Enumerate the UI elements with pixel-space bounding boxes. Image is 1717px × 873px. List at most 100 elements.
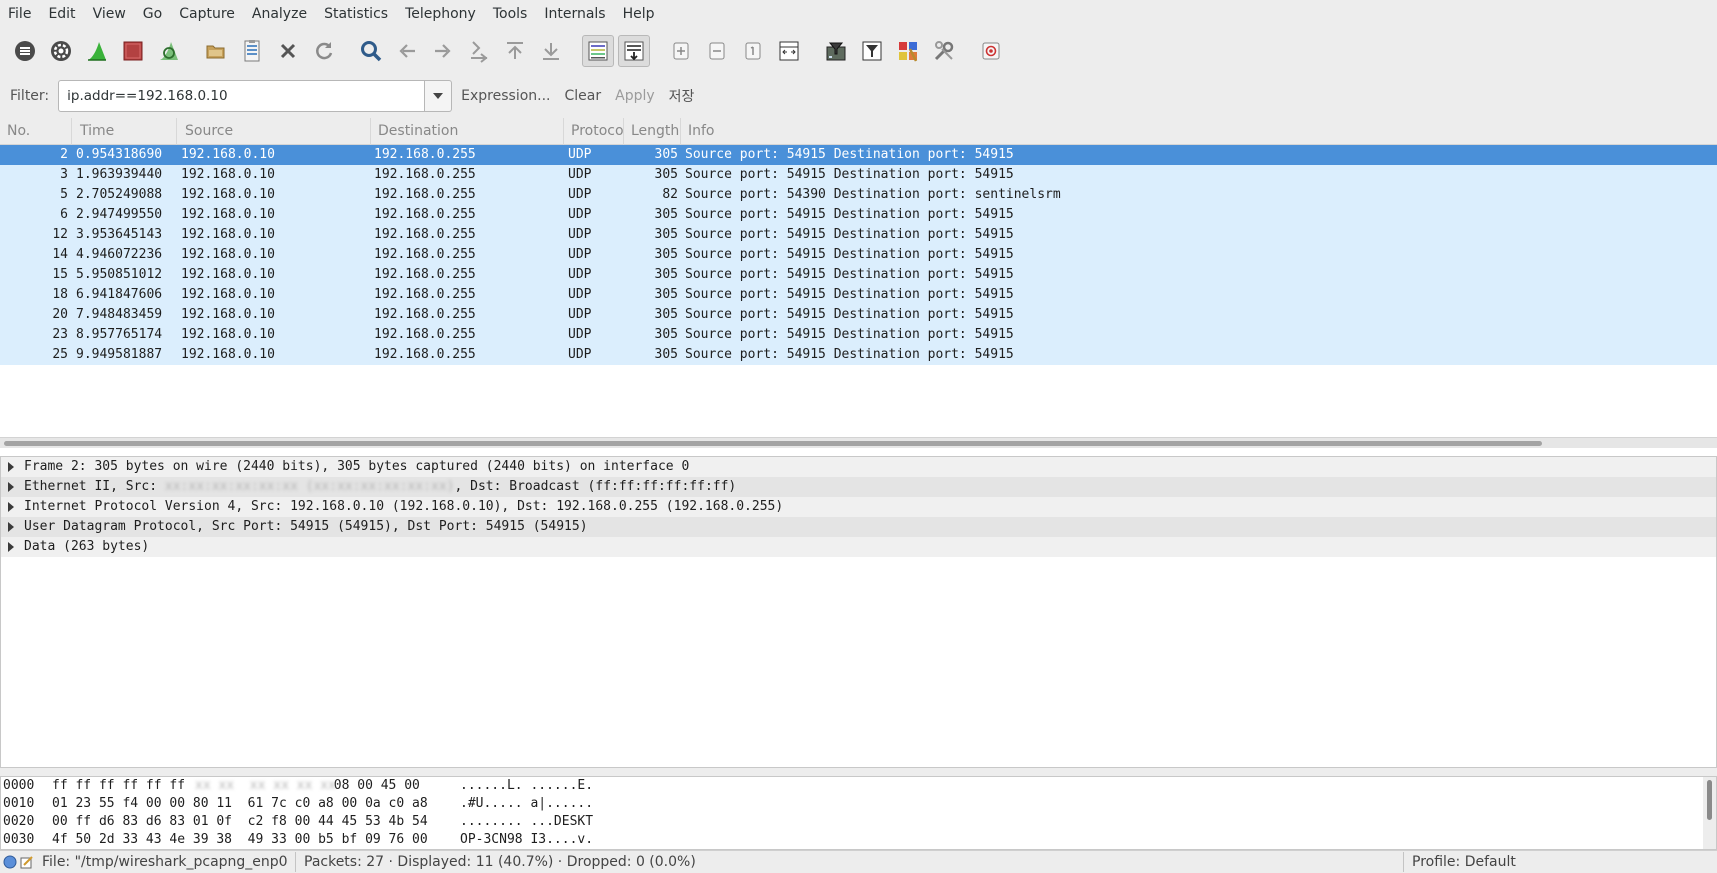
expert-info-icon[interactable] xyxy=(3,855,17,869)
zoom-out-icon[interactable] xyxy=(701,35,733,67)
menu-file[interactable]: File xyxy=(0,0,40,28)
tree-item-data[interactable]: Data (263 bytes) xyxy=(1,537,1716,557)
cell-info: Source port: 54915 Destination port: 549… xyxy=(685,227,1014,242)
stop-capture-icon[interactable] xyxy=(117,35,149,67)
hex-bytes[interactable]: 01 23 55 f4 00 00 80 11 61 7c c0 a8 00 0… xyxy=(52,795,428,813)
pane-splitter[interactable] xyxy=(0,768,1717,776)
packet-row[interactable]: 15 5.950851012 192.168.0.10 192.168.0.255 UD… xyxy=(0,265,1717,285)
packet-row[interactable]: 25 9.949581887 192.168.0.10 192.168.0.255 UD… xyxy=(0,345,1717,365)
hex-ascii[interactable]: .#U..... a|...... xyxy=(460,795,593,813)
packet-row[interactable]: 12 3.953645143 192.168.0.10 192.168.0.255 UD… xyxy=(0,225,1717,245)
tree-item-frame[interactable]: Frame 2: 305 bytes on wire (2440 bits), … xyxy=(1,457,1716,477)
expand-arrow-icon[interactable] xyxy=(8,522,14,532)
zoom-in-icon[interactable] xyxy=(665,35,697,67)
menu-edit[interactable]: Edit xyxy=(40,0,84,28)
menu-go[interactable]: Go xyxy=(135,0,171,28)
tree-item-ethernet[interactable]: Ethernet II, Src: xx:xx:xx:xx:xx:xx (xx:… xyxy=(1,477,1716,497)
packet-row[interactable]: 6 2.947499550 192.168.0.10 192.168.0.255 UDP… xyxy=(0,205,1717,225)
status-profile[interactable]: Profile: Default xyxy=(1403,852,1703,872)
go-back-icon[interactable] xyxy=(391,35,423,67)
help-icon[interactable] xyxy=(975,35,1007,67)
scrollbar-thumb[interactable] xyxy=(1707,780,1712,820)
packet-row[interactable]: 20 7.948483459 192.168.0.10 192.168.0.255 UD… xyxy=(0,305,1717,325)
capture-filters-icon[interactable] xyxy=(820,35,852,67)
colorize-icon[interactable] xyxy=(582,35,614,67)
expand-arrow-icon[interactable] xyxy=(8,542,14,552)
bytes-vertical-scrollbar[interactable] xyxy=(1703,777,1716,849)
resize-columns-icon[interactable] xyxy=(773,35,805,67)
cell-time: 5.950851012 xyxy=(76,267,163,282)
packet-row[interactable]: 5 2.705249088 192.168.0.10 192.168.0.255 UDP… xyxy=(0,185,1717,205)
packet-row[interactable]: 18 6.941847606 192.168.0.10 192.168.0.255 UD… xyxy=(0,285,1717,305)
cell-length: 82 xyxy=(662,187,678,202)
cell-no: 14 xyxy=(52,247,68,262)
toolbar-separator xyxy=(575,37,576,65)
filter-history-dropdown[interactable] xyxy=(425,80,453,112)
save-filter-button[interactable]: 저장 xyxy=(669,86,695,106)
column-header-protocol[interactable]: Protocol xyxy=(564,118,624,145)
tree-item-ip[interactable]: Internet Protocol Version 4, Src: 192.16… xyxy=(1,497,1716,517)
first-packet-icon[interactable] xyxy=(499,35,531,67)
tree-item-udp[interactable]: User Datagram Protocol, Src Port: 54915 … xyxy=(1,517,1716,537)
hex-offset: 0000 xyxy=(3,778,35,793)
expand-arrow-icon[interactable] xyxy=(8,462,14,472)
interfaces-list-icon[interactable] xyxy=(9,35,41,67)
menu-help[interactable]: Help xyxy=(615,0,664,28)
cell-protocol: UDP xyxy=(568,287,592,302)
capture-options-icon[interactable] xyxy=(45,35,77,67)
coloring-rules-icon[interactable] xyxy=(892,35,924,67)
hex-ascii[interactable]: ........ ...DESKT xyxy=(460,813,593,831)
menu-statistics[interactable]: Statistics xyxy=(316,0,397,28)
status-bar: File: "/tmp/wireshark_pcapng_enp0… Packe… xyxy=(0,850,1717,873)
hex-bytes[interactable]: 00 ff d6 83 d6 83 01 0f c2 f8 00 44 45 5… xyxy=(52,813,428,831)
menu-tools[interactable]: Tools xyxy=(485,0,537,28)
apply-button[interactable]: Apply xyxy=(615,88,655,104)
restart-capture-icon[interactable] xyxy=(153,35,185,67)
display-filters-icon[interactable] xyxy=(856,35,888,67)
packet-row[interactable]: 23 8.957765174 192.168.0.10 192.168.0.255 UD… xyxy=(0,325,1717,345)
column-header-length[interactable]: Length xyxy=(624,118,681,145)
normal-size-icon[interactable] xyxy=(737,35,769,67)
hex-ascii[interactable]: ......L. ......E. xyxy=(460,777,593,795)
display-filter-input[interactable] xyxy=(58,80,426,112)
hex-bytes[interactable]: 4f 50 2d 33 43 4e 39 38 49 33 00 b5 bf 0… xyxy=(52,831,428,849)
capture-comments-icon[interactable] xyxy=(20,855,34,869)
start-capture-icon[interactable] xyxy=(81,35,113,67)
clear-button[interactable]: Clear xyxy=(565,88,602,104)
packet-bytes-pane: 0000 ff ff ff ff ff ff 08 00 45 00 ......L… xyxy=(0,776,1717,850)
packet-row[interactable]: 2 0.954318690 192.168.0.10 192.168.0.255 UDP… xyxy=(0,145,1717,165)
preferences-icon[interactable] xyxy=(928,35,960,67)
reload-icon[interactable] xyxy=(308,35,340,67)
column-header-no[interactable]: No. xyxy=(0,118,72,145)
go-to-packet-icon[interactable] xyxy=(463,35,495,67)
cell-destination: 192.168.0.255 xyxy=(374,147,476,162)
expression-button[interactable]: Expression... xyxy=(461,88,550,104)
menu-view[interactable]: View xyxy=(85,0,135,28)
autoscroll-icon[interactable] xyxy=(618,35,650,67)
find-packet-icon[interactable] xyxy=(355,35,387,67)
status-separator xyxy=(295,852,296,872)
expand-arrow-icon[interactable] xyxy=(8,482,14,492)
cell-protocol: UDP xyxy=(568,267,592,282)
last-packet-icon[interactable] xyxy=(535,35,567,67)
menu-capture[interactable]: Capture xyxy=(171,0,244,28)
scrollbar-thumb[interactable] xyxy=(4,441,1542,446)
column-header-source[interactable]: Source xyxy=(178,118,371,145)
menu-analyze[interactable]: Analyze xyxy=(244,0,316,28)
column-header-info[interactable]: Info xyxy=(681,118,1717,145)
packet-row[interactable]: 3 1.963939440 192.168.0.10 192.168.0.255 UDP… xyxy=(0,165,1717,185)
hex-ascii[interactable]: OP-3CN98 I3....v. xyxy=(460,831,593,849)
open-file-icon[interactable] xyxy=(200,35,232,67)
column-header-destination[interactable]: Destination xyxy=(371,118,564,145)
column-header-time[interactable]: Time xyxy=(73,118,177,145)
menu-internals[interactable]: Internals xyxy=(536,0,614,28)
packet-row[interactable]: 14 4.946072236 192.168.0.10 192.168.0.255 UD… xyxy=(0,245,1717,265)
expand-arrow-icon[interactable] xyxy=(8,502,14,512)
menu-telephony[interactable]: Telephony xyxy=(397,0,485,28)
close-file-icon[interactable] xyxy=(272,35,304,67)
cell-destination: 192.168.0.255 xyxy=(374,187,476,202)
packet-list-horizontal-scrollbar[interactable] xyxy=(0,437,1717,448)
go-forward-icon[interactable] xyxy=(427,35,459,67)
save-file-icon[interactable] xyxy=(236,35,268,67)
cell-length: 305 xyxy=(654,267,678,282)
